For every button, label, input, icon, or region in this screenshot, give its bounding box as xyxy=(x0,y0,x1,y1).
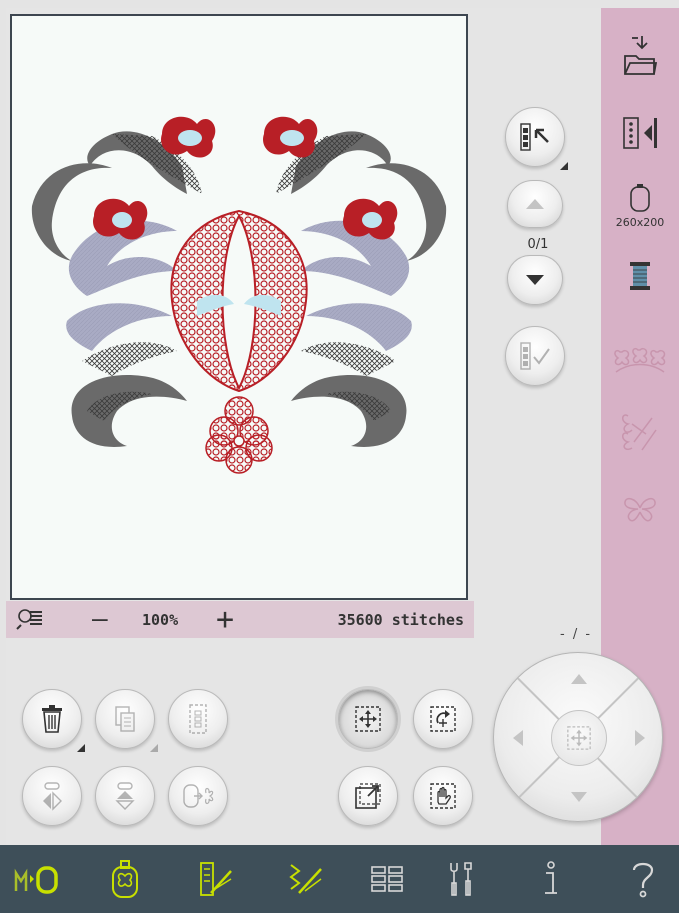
copy-icon xyxy=(115,706,135,732)
move-design-button[interactable] xyxy=(338,689,398,749)
menu-button[interactable] xyxy=(354,845,420,913)
thread-spool-icon xyxy=(630,262,650,290)
load-file-icon xyxy=(624,36,658,75)
settings-button[interactable] xyxy=(428,845,494,913)
zoom-options-icon[interactable] xyxy=(16,607,44,631)
previous-design-button[interactable] xyxy=(507,180,563,228)
mirror-end-to-end-icon xyxy=(115,782,135,810)
dpad-up-icon[interactable] xyxy=(570,673,588,685)
duplicate-button[interactable] xyxy=(95,689,158,752)
position-readout: - / - xyxy=(560,627,593,642)
design-page-indicator: 0/1 xyxy=(527,237,549,252)
info-button[interactable] xyxy=(518,845,584,913)
align-design-button[interactable] xyxy=(601,116,679,150)
zoom-level: 100% xyxy=(142,611,179,629)
zoom-bar: — 100% + 35600 stitches xyxy=(6,601,474,638)
arrow-up-icon xyxy=(526,199,544,209)
group-button[interactable] xyxy=(168,689,228,749)
load-file-button[interactable] xyxy=(601,34,679,78)
stitch-count: 35600 stitches xyxy=(337,611,464,629)
trash-icon xyxy=(42,705,62,733)
arrow-down-icon xyxy=(526,275,544,285)
mirror-sideways-icon xyxy=(43,782,62,811)
rotate-design-button[interactable] xyxy=(413,689,473,749)
hoop-size-label: 260x200 xyxy=(615,216,665,229)
mode-toggle-button[interactable] xyxy=(4,845,70,913)
stitch-out-button[interactable] xyxy=(182,845,248,913)
embroidery-mode-toggle-icon xyxy=(14,866,58,894)
thread-color-button[interactable] xyxy=(601,260,679,292)
select-design-button[interactable] xyxy=(505,107,568,170)
info-icon xyxy=(545,861,557,894)
dpad-down-icon[interactable] xyxy=(570,791,588,803)
design-group-button[interactable] xyxy=(601,344,679,374)
center-design-icon xyxy=(567,726,591,750)
scale-design-button[interactable] xyxy=(338,766,398,826)
embroidery-edit-icon xyxy=(112,860,138,898)
embroidery-canvas[interactable] xyxy=(10,14,468,600)
move-to-hoop-button[interactable] xyxy=(168,766,228,826)
select-all-button[interactable] xyxy=(505,326,565,386)
bottom-toolbar xyxy=(0,845,679,913)
stitch-mode-button[interactable] xyxy=(272,845,338,913)
stitch-out-icon xyxy=(289,864,322,894)
zoom-in-button[interactable]: + xyxy=(216,602,234,637)
hoop-icon xyxy=(630,184,650,212)
embroidery-design xyxy=(31,116,447,474)
dpad-left-icon[interactable] xyxy=(512,729,524,747)
design-group-icon xyxy=(614,347,666,373)
stitch-edit-button[interactable] xyxy=(601,412,679,452)
menu-grid-icon xyxy=(371,866,403,892)
design-stitch-icon xyxy=(200,862,232,896)
embroidery-edit-button[interactable] xyxy=(92,845,158,913)
position-dpad[interactable] xyxy=(493,652,663,822)
butterfly-icon xyxy=(624,497,656,522)
mirror-vertical-button[interactable] xyxy=(95,766,155,826)
select-check-icon xyxy=(520,342,550,370)
hand-icon xyxy=(430,783,456,809)
help-button[interactable] xyxy=(610,845,676,913)
stitch-edit-icon xyxy=(622,414,657,451)
group-icon xyxy=(189,704,207,734)
butterfly-design-button[interactable] xyxy=(601,494,679,524)
rotate-icon xyxy=(430,706,456,732)
select-design-icon xyxy=(520,123,549,151)
hoop-selection-button[interactable]: 260x200 xyxy=(601,184,679,229)
settings-tools-icon xyxy=(450,862,472,896)
dpad-right-icon[interactable] xyxy=(634,729,646,747)
delete-button[interactable] xyxy=(22,689,85,752)
scale-icon xyxy=(355,783,381,809)
design-to-hoop-icon xyxy=(183,784,214,808)
pan-design-button[interactable] xyxy=(413,766,473,826)
help-icon xyxy=(632,862,654,898)
align-design-icon xyxy=(623,117,657,149)
move-arrows-icon xyxy=(355,706,381,732)
next-design-button[interactable] xyxy=(507,255,563,305)
zoom-out-button[interactable]: — xyxy=(92,604,108,634)
dpad-center-button[interactable] xyxy=(551,710,607,766)
mirror-horizontal-button[interactable] xyxy=(22,766,82,826)
